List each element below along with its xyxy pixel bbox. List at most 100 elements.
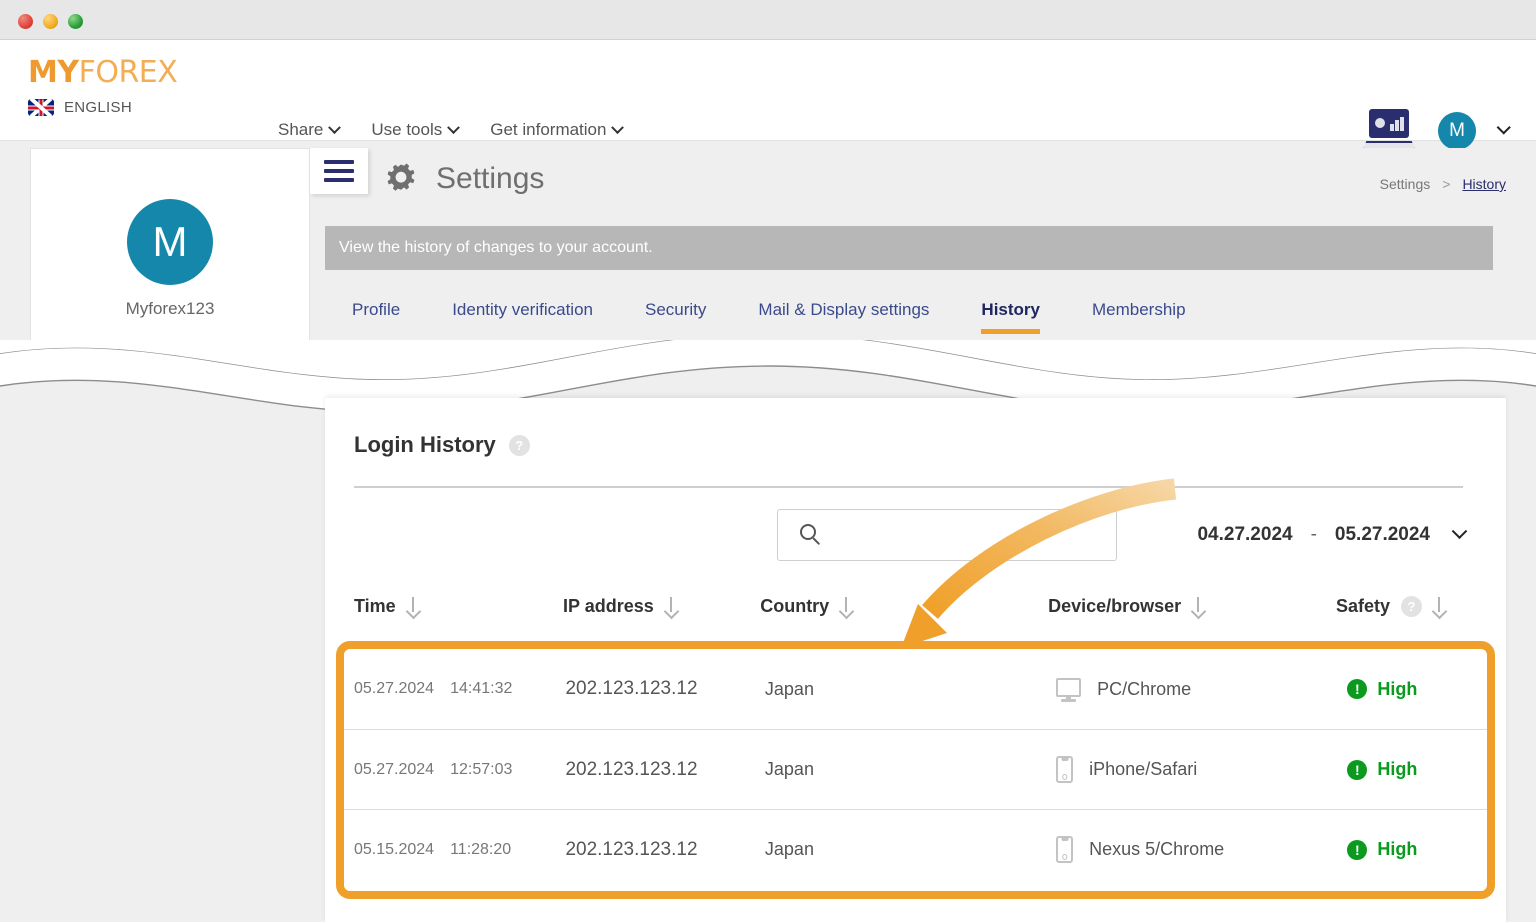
cell-device-browser: PC/Chrome [1056,677,1347,702]
nav-label-share: Share [278,120,324,139]
notice-text: View the history of changes to your acco… [339,239,653,256]
monitor-icon [1056,677,1082,702]
tab-history[interactable]: History [955,300,1066,334]
cell-time: 05.27.2024 12:57:03 [354,761,565,779]
tab-profile[interactable]: Profile [352,300,426,334]
smartphone-icon [1056,756,1074,783]
window-titlebar [0,0,1536,40]
question-mark-icon[interactable]: ? [508,434,530,456]
app-window: MYFOREX ENGLISH Share Use tools Get info… [0,0,1536,922]
sort-down-icon[interactable] [1433,597,1446,615]
row-date: 05.27.2024 [354,680,435,697]
nav-item-share[interactable]: Share [278,120,342,140]
profile-avatar[interactable]: M [127,199,213,285]
breadcrumb-separator: > [1442,176,1451,192]
column-header-device-browser[interactable]: Device/browser [1048,596,1336,617]
nav-label-get-information: Get information [490,120,607,139]
nav-label-use-tools: Use tools [371,120,443,139]
row-time: 11:28:20 [450,840,512,858]
cell-time: 05.15.2024 11:28:20 [354,841,565,859]
breadcrumb-root[interactable]: Settings [1380,176,1431,192]
chevron-down-icon[interactable] [1451,522,1468,539]
language-selector[interactable]: ENGLISH [28,99,177,116]
column-label-ip-address: IP address [563,595,654,616]
device-label: iPhone/Safari [1089,759,1198,779]
exclamation-circle-icon: ! [1347,759,1368,780]
question-mark-icon[interactable]: ? [1401,595,1423,617]
device-label: Nexus 5/Chrome [1089,839,1225,859]
cell-country: Japan [764,678,814,699]
login-history-table-highlight: 05.27.2024 14:41:32 202.123.123.12 Japan… [336,641,1495,899]
table-row[interactable]: 05.27.2024 14:41:32 202.123.123.12 Japan… [344,649,1487,729]
tab-mail-display-settings[interactable]: Mail & Display settings [732,300,955,334]
column-header-safety[interactable]: Safety ? [1335,595,1474,617]
date-range-from: 04.27.2024 [1197,524,1293,545]
minimize-window-button[interactable] [43,14,58,29]
sort-down-icon[interactable] [407,597,420,615]
section-divider [354,486,1463,488]
settings-header: Settings [382,160,544,198]
smartphone-icon [1056,836,1074,863]
avatar[interactable]: M [1438,112,1476,150]
cell-safety: ! High [1347,679,1487,700]
status-badge: High [1377,839,1418,859]
search-icon [800,524,822,546]
column-header-country[interactable]: Country [760,596,1048,617]
cell-ip-address: 202.123.123.12 [565,838,698,860]
column-label-country: Country [760,595,830,616]
sort-down-icon[interactable] [665,597,678,615]
nav-item-use-tools[interactable]: Use tools [371,120,461,140]
nav-item-get-information[interactable]: Get information [490,120,625,140]
profile-card: M Myforex123 [30,148,310,348]
profile-username: Myforex123 [125,299,215,318]
cell-ip-address: 202.123.123.12 [565,758,698,780]
cell-country: Japan [764,839,814,859]
chevron-down-icon [447,120,461,134]
column-header-ip-address[interactable]: IP address [563,596,760,617]
sort-down-icon[interactable] [1192,597,1205,615]
column-label-device-browser: Device/browser [1048,595,1182,616]
chevron-down-icon[interactable] [1496,120,1511,135]
row-time: 12:57:03 [450,760,513,778]
settings-tabs: Profile Identity verification Security M… [352,300,1212,334]
logo-forex: FOREX [78,55,178,90]
exclamation-circle-icon: ! [1347,839,1368,860]
column-label-safety: Safety [1335,595,1391,616]
cell-time: 05.27.2024 14:41:32 [354,680,565,698]
maximize-window-button[interactable] [68,14,83,29]
chevron-down-icon [328,120,342,134]
myforex-logo[interactable]: MYFOREX [28,55,178,90]
date-range-to: 05.27.2024 [1334,524,1430,545]
language-label: ENGLISH [64,99,132,116]
search-input[interactable] [777,509,1117,561]
page-title: Settings [436,162,545,195]
site-header: MYFOREX ENGLISH Share Use tools Get info… [0,40,1536,152]
gear-icon [382,160,420,198]
cell-device-browser: Nexus 5/Chrome [1056,836,1347,863]
sort-down-icon[interactable] [840,597,853,615]
brand-block[interactable]: MYFOREX ENGLISH [28,55,178,116]
table-row[interactable]: 05.15.2024 11:28:20 202.123.123.12 Japan… [344,809,1487,889]
chevron-down-icon [611,120,625,134]
close-window-button[interactable] [18,14,33,29]
main-nav: Share Use tools Get information [278,120,625,140]
column-header-time[interactable]: Time [354,596,563,617]
login-history-card: Login History ? 04.27.2024 - 05.27.2024 … [325,398,1506,922]
hamburger-menu-icon[interactable] [310,148,368,194]
profile-avatar-wrap[interactable]: M [127,199,213,285]
tab-membership[interactable]: Membership [1066,300,1212,334]
uk-flag-icon [28,99,54,116]
table-row[interactable]: 05.27.2024 12:57:03 202.123.123.12 Japan… [344,729,1487,809]
tab-security[interactable]: Security [619,300,732,334]
table-header-row: Time IP address Country Device/browser S… [354,586,1474,626]
section-header: Login History ? [354,432,530,458]
date-range-selector[interactable]: 04.27.2024 - 05.27.2024 [1135,509,1468,561]
breadcrumb-current[interactable]: History [1462,176,1506,192]
row-date: 05.27.2024 [354,760,435,778]
exclamation-circle-icon: ! [1347,679,1368,699]
window-controls [18,14,83,29]
laptop-chart-icon[interactable] [1362,109,1416,153]
tab-identity-verification[interactable]: Identity verification [426,300,619,334]
status-badge: High [1377,759,1418,779]
column-label-time: Time [354,595,396,616]
